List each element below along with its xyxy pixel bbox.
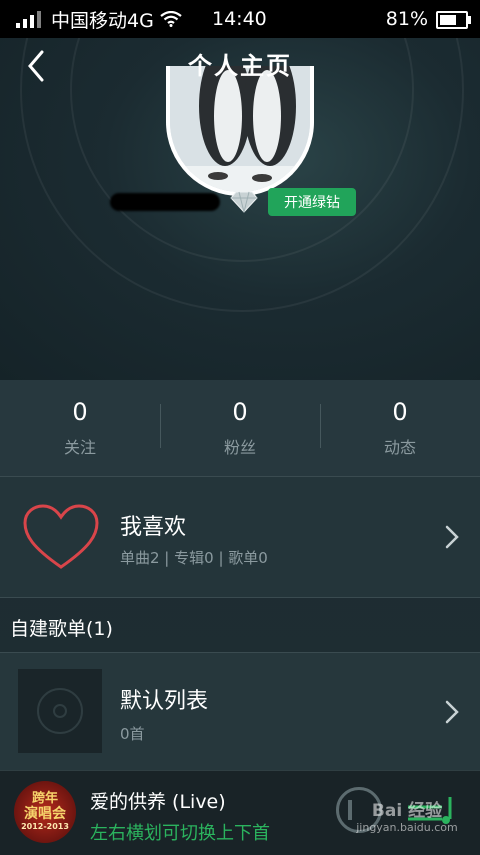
battery-percent: 81% bbox=[385, 8, 428, 30]
swipe-hint: 左右横划可切换上下首 bbox=[90, 823, 270, 844]
nav-bar: 个人主页 bbox=[0, 38, 480, 94]
clock: 14:40 bbox=[212, 8, 267, 30]
diamond-icon[interactable] bbox=[230, 190, 258, 214]
chevron-right-icon bbox=[445, 700, 459, 724]
stat-label: 粉丝 bbox=[223, 438, 256, 457]
battery-icon bbox=[436, 11, 471, 29]
favorites-meta: 单曲2 | 专辑0 | 歌单0 bbox=[120, 549, 268, 567]
page-title: 个人主页 bbox=[188, 52, 292, 80]
favorites-title: 我喜欢 bbox=[120, 515, 187, 540]
chevron-right-icon bbox=[445, 525, 459, 549]
username-redacted bbox=[110, 193, 220, 211]
album-art[interactable]: 跨年 演唱会 2012-2013 bbox=[14, 781, 76, 843]
disc-icon bbox=[37, 688, 83, 734]
open-vip-button[interactable]: 开通绿钻 bbox=[268, 188, 356, 216]
heart-icon bbox=[23, 504, 99, 569]
custom-playlists-heading: 自建歌单(1) bbox=[10, 618, 113, 640]
baidu-watermark: Bai 经验 jingyan.baidu.com bbox=[356, 801, 458, 834]
favorites-row[interactable]: 我喜欢 单曲2 | 专辑0 | 歌单0 bbox=[0, 477, 480, 598]
playlist-title: 默认列表 bbox=[120, 689, 209, 714]
carrier-label: 中国移动4G bbox=[51, 9, 154, 32]
stat-following[interactable]: 0 关注 bbox=[0, 380, 160, 476]
status-bar: 中国移动4G 14:40 81% bbox=[0, 0, 480, 38]
stat-value: 0 bbox=[392, 398, 408, 426]
stat-value: 0 bbox=[72, 398, 88, 426]
stat-fans[interactable]: 0 粉丝 bbox=[160, 380, 320, 476]
playlist-count: 0首 bbox=[120, 725, 145, 743]
profile-header: 个人主页 开通绿钻 bbox=[0, 38, 480, 380]
stat-value: 0 bbox=[232, 398, 248, 426]
now-playing-title: 爱的供养 (Live) bbox=[90, 791, 226, 813]
username-row: 开通绿钻 bbox=[110, 186, 356, 218]
wifi-icon bbox=[160, 11, 182, 27]
stat-label: 关注 bbox=[63, 438, 96, 457]
playlist-item[interactable]: 默认列表 0首 bbox=[0, 652, 480, 771]
battery-level bbox=[440, 15, 456, 25]
stat-label: 动态 bbox=[383, 438, 416, 457]
playlist-cover bbox=[18, 669, 102, 753]
signal-strength-icon bbox=[16, 10, 41, 28]
stat-activity[interactable]: 0 动态 bbox=[320, 380, 480, 476]
stats-bar: 0 关注 0 粉丝 0 动态 bbox=[0, 380, 480, 477]
